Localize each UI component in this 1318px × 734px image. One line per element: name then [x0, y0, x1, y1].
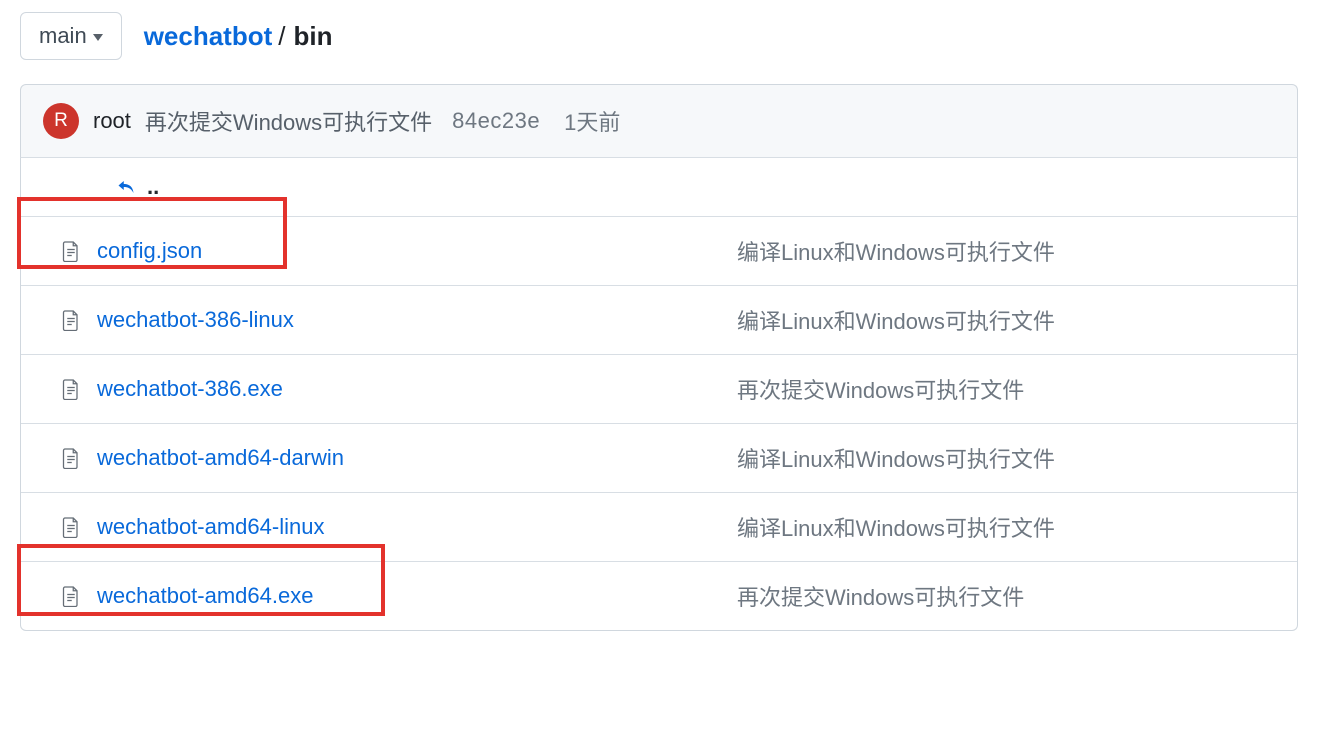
- file-name[interactable]: wechatbot-amd64.exe: [97, 583, 737, 609]
- file-commit-message[interactable]: 编译Linux和Windows可执行文件: [737, 235, 1279, 267]
- file-row: wechatbot-amd64-linux编译Linux和Windows可执行文…: [21, 493, 1297, 562]
- file-commit-message[interactable]: 编译Linux和Windows可执行文件: [737, 304, 1279, 336]
- file-icon: [39, 447, 97, 469]
- breadcrumb-separator: /: [276, 21, 289, 52]
- file-icon: [39, 240, 97, 262]
- file-commit-message[interactable]: 编译Linux和Windows可执行文件: [737, 442, 1279, 474]
- file-name[interactable]: wechatbot-386-linux: [97, 307, 737, 333]
- breadcrumb-repo[interactable]: wechatbot: [144, 21, 273, 52]
- chevron-down-icon: [93, 34, 103, 41]
- branch-selector[interactable]: main: [20, 12, 122, 60]
- parent-directory-row[interactable]: ..: [21, 158, 1297, 217]
- file-list: .. config.json编译Linux和Windows可执行文件wechat…: [20, 158, 1298, 631]
- file-name[interactable]: wechatbot-amd64-darwin: [97, 445, 737, 471]
- file-row: wechatbot-amd64-darwin编译Linux和Windows可执行…: [21, 424, 1297, 493]
- latest-commit-bar: R root 再次提交Windows可执行文件 84ec23e 1天前: [20, 84, 1298, 158]
- commit-time: 1天前: [564, 105, 620, 137]
- file-name[interactable]: wechatbot-amd64-linux: [97, 514, 737, 540]
- file-row: wechatbot-386-linux编译Linux和Windows可执行文件: [21, 286, 1297, 355]
- reply-arrow-icon: [115, 178, 137, 196]
- file-commit-message[interactable]: 再次提交Windows可执行文件: [737, 580, 1279, 612]
- file-icon: [39, 516, 97, 538]
- commit-message[interactable]: 再次提交Windows可执行文件: [145, 105, 432, 137]
- branch-name: main: [39, 23, 87, 49]
- commit-hash[interactable]: 84ec23e: [452, 108, 540, 134]
- committer-name[interactable]: root: [93, 108, 131, 134]
- file-row: config.json编译Linux和Windows可执行文件: [21, 217, 1297, 286]
- avatar[interactable]: R: [43, 103, 79, 139]
- file-row: wechatbot-386.exe再次提交Windows可执行文件: [21, 355, 1297, 424]
- file-icon: [39, 585, 97, 607]
- file-commit-message[interactable]: 再次提交Windows可执行文件: [737, 373, 1279, 405]
- file-name[interactable]: wechatbot-386.exe: [97, 376, 737, 402]
- parent-dots: ..: [147, 174, 159, 200]
- file-commit-message[interactable]: 编译Linux和Windows可执行文件: [737, 511, 1279, 543]
- file-icon: [39, 309, 97, 331]
- breadcrumb-dir: bin: [294, 21, 333, 52]
- file-name[interactable]: config.json: [97, 238, 737, 264]
- file-row: wechatbot-amd64.exe再次提交Windows可执行文件: [21, 562, 1297, 630]
- file-icon: [39, 378, 97, 400]
- breadcrumb: wechatbot / bin: [144, 21, 333, 52]
